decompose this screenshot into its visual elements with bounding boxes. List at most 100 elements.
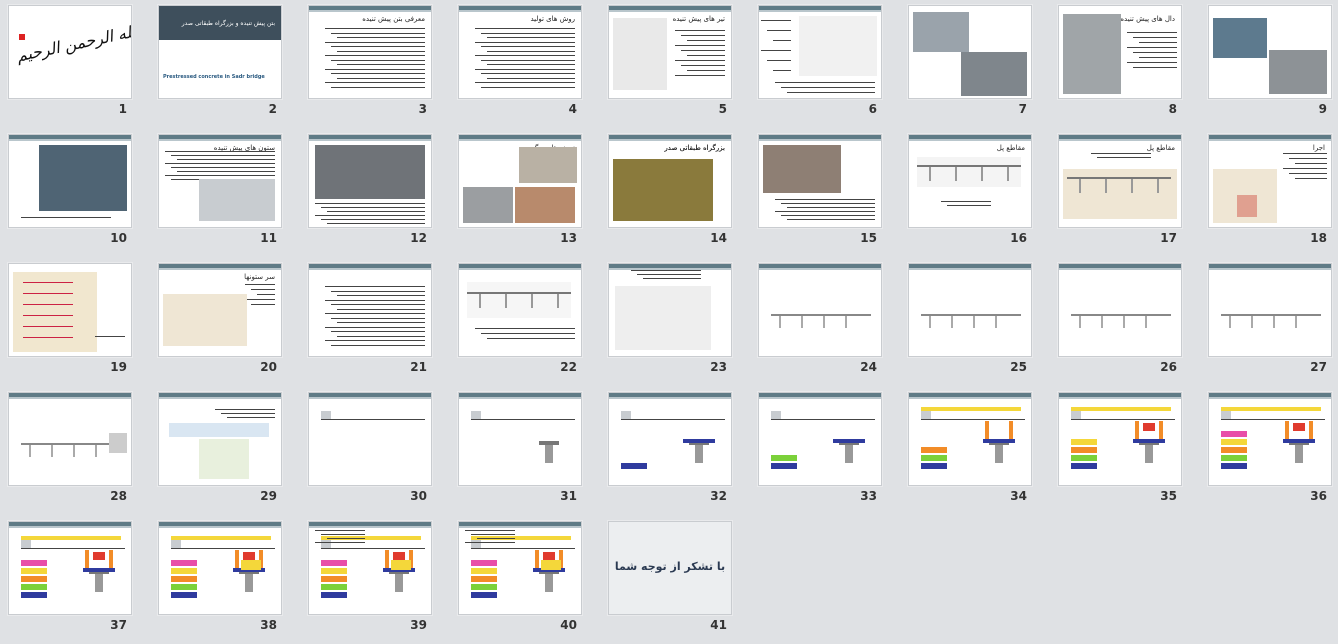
slide-thumbnail[interactable]: 34 (900, 387, 1050, 515)
slide-thumbnail[interactable]: 9 (1200, 0, 1338, 128)
slide-thumbnail[interactable]: 25 (900, 258, 1050, 386)
slide-preview[interactable] (908, 5, 1032, 99)
slide-thumbnail[interactable]: 21 (300, 258, 450, 386)
slide-preview[interactable]: تیر های پیش تنیده (608, 5, 732, 99)
slide-thumbnail[interactable]: 37 (0, 516, 150, 644)
slide-thumbnail[interactable]: 7 (900, 0, 1050, 128)
slide-preview[interactable]: سر ستونها (158, 263, 282, 357)
bridge-pier (929, 167, 931, 181)
slide-preview[interactable] (158, 392, 282, 486)
slide-thumbnail[interactable]: 23 (600, 258, 750, 386)
drawing (13, 272, 97, 352)
slide-preview[interactable] (308, 263, 432, 357)
slide-preview[interactable] (1208, 392, 1332, 486)
text-line (675, 45, 725, 46)
slide-preview[interactable]: معرفی بتن پیش تنیده (308, 5, 432, 99)
slide-preview[interactable]: روش های تولید (458, 5, 582, 99)
slide-preview[interactable] (308, 392, 432, 486)
slide-preview[interactable] (1208, 5, 1332, 99)
slide-thumbnail[interactable]: معرفی بتن پیش تنیده 3 (300, 0, 450, 128)
slide-thumbnail[interactable]: سر ستونها 20 (150, 258, 300, 386)
slide-thumbnail[interactable]: 22 (450, 258, 600, 386)
slide-preview[interactable]: مقاطع پل (908, 134, 1032, 228)
slide-preview[interactable] (1058, 392, 1182, 486)
slide-thumbnail[interactable]: تیر های پیش تنیده 5 (600, 0, 750, 128)
slide-thumbnail[interactable]: 24 (750, 258, 900, 386)
slide-preview[interactable] (908, 263, 1032, 357)
slide-preview[interactable]: بزرگراه طبقاتی صدر بزرگراه طبقاتی صدر (608, 134, 732, 228)
slide-preview[interactable] (8, 392, 132, 486)
slide-thumbnail[interactable]: دال های پیش تنیده 8 (1050, 0, 1200, 128)
slide-preview[interactable] (8, 134, 132, 228)
slide-thumbnail[interactable]: 15 (750, 129, 900, 257)
slide-preview[interactable] (758, 392, 882, 486)
text-line (325, 68, 425, 70)
bridge-pier (801, 316, 803, 328)
slide-header-stripe (1059, 139, 1181, 141)
slide-preview[interactable] (908, 392, 1032, 486)
slide-preview[interactable]: دال های پیش تنیده (1058, 5, 1182, 99)
slide-preview[interactable] (758, 5, 882, 99)
slide-preview[interactable]: بسم الله الرحمن الرحیم (8, 5, 132, 99)
slide-thumbnail[interactable]: 10 (0, 129, 150, 257)
slide-preview[interactable] (308, 521, 432, 615)
slide-thumbnail[interactable]: 29 (150, 387, 300, 515)
slide-preview[interactable]: با تشکر از توجه شما (608, 521, 732, 615)
slide-preview[interactable] (608, 263, 732, 357)
slide-header-stripe (309, 139, 431, 141)
slide-thumbnail[interactable]: 28 (0, 387, 150, 515)
slide-thumbnail[interactable]: 38 (150, 516, 300, 644)
slide-preview[interactable] (8, 521, 132, 615)
blue-beam (683, 439, 715, 443)
slide-number: 30 (410, 489, 427, 503)
slide-preview[interactable] (458, 263, 582, 357)
slide-thumbnail[interactable]: 6 (750, 0, 900, 128)
slide-thumbnail[interactable]: روش های تولید 4 (450, 0, 600, 128)
slide-thumbnail[interactable]: 39 (300, 516, 450, 644)
slide-preview[interactable]: ستون های پیش تنیده (158, 134, 282, 228)
slide-preview[interactable]: مقاطع پل (1058, 134, 1182, 228)
slide-thumbnail[interactable]: 36 (1200, 387, 1338, 515)
slide-thumbnail[interactable]: 27 (1200, 258, 1338, 386)
slide-thumbnail[interactable]: 33 (750, 387, 900, 515)
slide-preview[interactable] (608, 392, 732, 486)
slide-preview[interactable] (158, 521, 282, 615)
slide-thumbnail[interactable]: بزرگراه طبقاتی صدر بزرگراه طبقاتی صدر 14 (600, 129, 750, 257)
slide-thumbnail[interactable]: 40 (450, 516, 600, 644)
slide-thumbnail[interactable]: 26 (1050, 258, 1200, 386)
slide-thumbnail[interactable]: 35 (1050, 387, 1200, 515)
slide-preview[interactable] (458, 392, 582, 486)
slide-thumbnail[interactable]: 30 (300, 387, 450, 515)
slide-preview[interactable] (308, 134, 432, 228)
slide-preview[interactable]: نمونه های دیگر (458, 134, 582, 228)
bridge-pier (73, 445, 75, 457)
slide-number: 9 (1318, 102, 1327, 116)
slide-thumbnail[interactable]: مقاطع پل 16 (900, 129, 1050, 257)
slide-thumbnail[interactable]: بتن پیش تنیده و بزرگراه طبقاتی صدر Prestr… (150, 0, 300, 128)
slide-preview[interactable] (8, 263, 132, 357)
slide-thumbnail[interactable]: 19 (0, 258, 150, 386)
slide-preview[interactable]: بتن پیش تنیده و بزرگراه طبقاتی صدر Prestr… (158, 5, 282, 99)
bridge-pier (1079, 316, 1081, 328)
slide-thumbnail[interactable]: با تشکر از توجه شما 41 (600, 516, 750, 644)
slide-thumbnail[interactable]: مقاطع پل 17 (1050, 129, 1200, 257)
slide-preview[interactable]: اجرا (1208, 134, 1332, 228)
slide-preview[interactable] (758, 134, 882, 228)
slide-thumbnail[interactable]: 12 (300, 129, 450, 257)
text-line (761, 20, 791, 21)
label-box (1221, 463, 1247, 469)
slide-number: 28 (110, 489, 127, 503)
bridge-pier (1079, 179, 1081, 193)
slide-preview[interactable] (758, 263, 882, 357)
slide-preview[interactable] (458, 521, 582, 615)
slide-preview[interactable] (1208, 263, 1332, 357)
slide-thumbnail[interactable]: 31 (450, 387, 600, 515)
slide-thumbnail[interactable]: نمونه های دیگر 13 (450, 129, 600, 257)
slide-thumbnail[interactable]: اجرا 18 (1200, 129, 1338, 257)
slide-thumbnail[interactable]: بسم الله الرحمن الرحیم 1 (0, 0, 150, 128)
slide-thumbnail[interactable]: ستون های پیش تنیده 11 (150, 129, 300, 257)
blue-beam (833, 439, 865, 443)
slide-preview[interactable] (1058, 263, 1182, 357)
launching-gantry (1221, 407, 1321, 411)
slide-thumbnail[interactable]: 32 (600, 387, 750, 515)
